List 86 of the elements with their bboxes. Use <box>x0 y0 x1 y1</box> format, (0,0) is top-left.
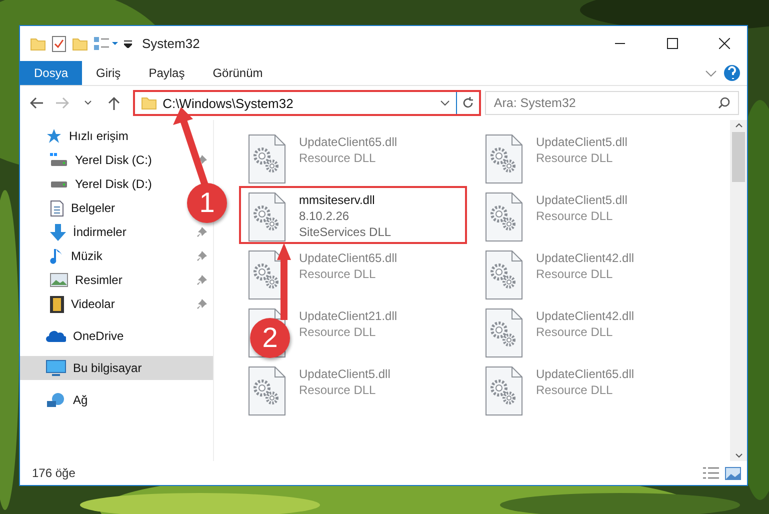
cloud-icon <box>46 330 66 342</box>
dropdown-caret-icon[interactable] <box>124 40 132 48</box>
back-arrow-icon <box>30 97 44 109</box>
document-gears-icon <box>484 308 524 358</box>
file-name: UpdateClient42.dll <box>536 250 634 266</box>
file-detail: Resource DLL <box>536 266 614 282</box>
forward-arrow-icon <box>55 97 70 109</box>
folder-icon <box>140 96 157 110</box>
file-name: UpdateClient5.dll <box>299 366 390 382</box>
up-arrow-icon <box>108 96 120 110</box>
file-detail: Resource DLL <box>299 324 377 340</box>
document-icon <box>50 200 64 216</box>
file-detail: Resource DLL <box>536 324 614 340</box>
sidebar-item[interactable]: Resimler <box>20 268 213 292</box>
file-detail: 8.10.2.26 <box>299 208 350 224</box>
pin-icon[interactable] <box>197 275 207 285</box>
document-gears-icon <box>247 192 287 242</box>
file-detail: Resource DLL <box>536 208 614 224</box>
file-name: UpdateClient65.dll <box>299 250 398 266</box>
checklist-icon[interactable] <box>52 36 66 52</box>
network-icon <box>46 392 66 408</box>
file-name: UpdateClient5.dll <box>536 192 628 208</box>
file-detail: Resource DLL <box>536 382 614 398</box>
sidebar-item[interactable]: OneDrive <box>20 324 130 348</box>
monitor-icon <box>46 360 66 376</box>
properties-icon[interactable] <box>94 36 118 50</box>
scrollbar[interactable] <box>730 120 747 461</box>
sidebar-item[interactable]: Videolar <box>20 292 213 316</box>
item-count: 176 öğe <box>32 466 76 480</box>
sidebar-item[interactable]: Belgeler <box>20 196 122 220</box>
tiles-view-icon[interactable] <box>725 466 741 480</box>
window-title: System32 <box>142 36 201 51</box>
document-gears-icon <box>247 134 287 184</box>
sidebar-item[interactable]: Hızlı erişim <box>20 124 134 148</box>
ribbon-tab[interactable]: Paylaş <box>134 61 199 85</box>
ribbon-tab[interactable]: Görünüm <box>198 61 277 85</box>
search-icon <box>718 97 730 109</box>
sidebar-item[interactable]: Yerel Disk (D:) <box>20 172 158 196</box>
document-gears-icon <box>484 192 524 242</box>
scroll-thumb[interactable] <box>732 132 745 182</box>
download-arrow-icon <box>50 224 66 240</box>
drive-icon <box>50 180 68 188</box>
file-name: UpdateClient65.dll <box>536 366 634 382</box>
address-path: C:\Windows\System32 <box>162 96 294 110</box>
sidebar-item[interactable]: Bu bilgisayar <box>20 356 213 380</box>
file-name: UpdateClient42.dll <box>536 308 634 324</box>
pin-icon[interactable] <box>197 155 207 165</box>
star-icon <box>46 128 62 144</box>
details-view-icon[interactable] <box>703 467 719 479</box>
chevron-down-icon[interactable] <box>440 100 450 106</box>
file-detail: SiteServices DLL <box>299 224 392 240</box>
sidebar-item[interactable]: Yerel Disk (C:) <box>20 148 213 172</box>
search-field[interactable]: Ara: System32 <box>484 91 739 115</box>
file-name: mmsiteserv.dll <box>299 192 376 208</box>
maximize-icon <box>666 38 678 49</box>
file-detail: Resource DLL <box>299 382 377 398</box>
file-detail: Resource DLL <box>299 150 377 166</box>
pin-icon[interactable] <box>197 251 207 261</box>
folder-icon <box>30 36 46 50</box>
file-name: UpdateClient65.dll <box>299 134 398 150</box>
chevron-down-icon <box>84 100 92 106</box>
sidebar-item[interactable]: Ağ <box>20 388 94 412</box>
music-note-icon <box>50 248 64 264</box>
minimize-icon <box>615 43 625 44</box>
document-gears-icon <box>247 366 287 416</box>
film-icon <box>50 296 64 312</box>
pin-icon[interactable] <box>197 299 207 309</box>
ribbon-tab[interactable]: Giriş <box>82 61 135 85</box>
file-tile[interactable]: mmsiteserv.dll 8.10.2.26 SiteServices DLL <box>239 186 467 244</box>
file-detail: Resource DLL <box>536 150 614 166</box>
address-bar[interactable]: C:\Windows\System32 <box>132 90 481 116</box>
file-menu-button[interactable]: Dosya <box>20 61 82 85</box>
document-gears-icon <box>484 134 524 184</box>
sidebar-item[interactable]: Müzik <box>20 244 213 268</box>
folder-icon <box>72 36 88 50</box>
close-icon <box>718 38 730 49</box>
refresh-icon <box>462 97 474 109</box>
document-gears-icon <box>484 250 524 300</box>
sidebar-item[interactable]: İndirmeler <box>20 220 213 244</box>
file-name: UpdateClient5.dll <box>536 134 628 150</box>
image-icon <box>50 273 68 287</box>
drive-icon <box>50 153 68 167</box>
document-gears-icon <box>484 366 524 416</box>
file-detail: Resource DLL <box>299 266 377 282</box>
pin-icon[interactable] <box>197 227 207 237</box>
file-name: UpdateClient21.dll <box>299 308 398 324</box>
